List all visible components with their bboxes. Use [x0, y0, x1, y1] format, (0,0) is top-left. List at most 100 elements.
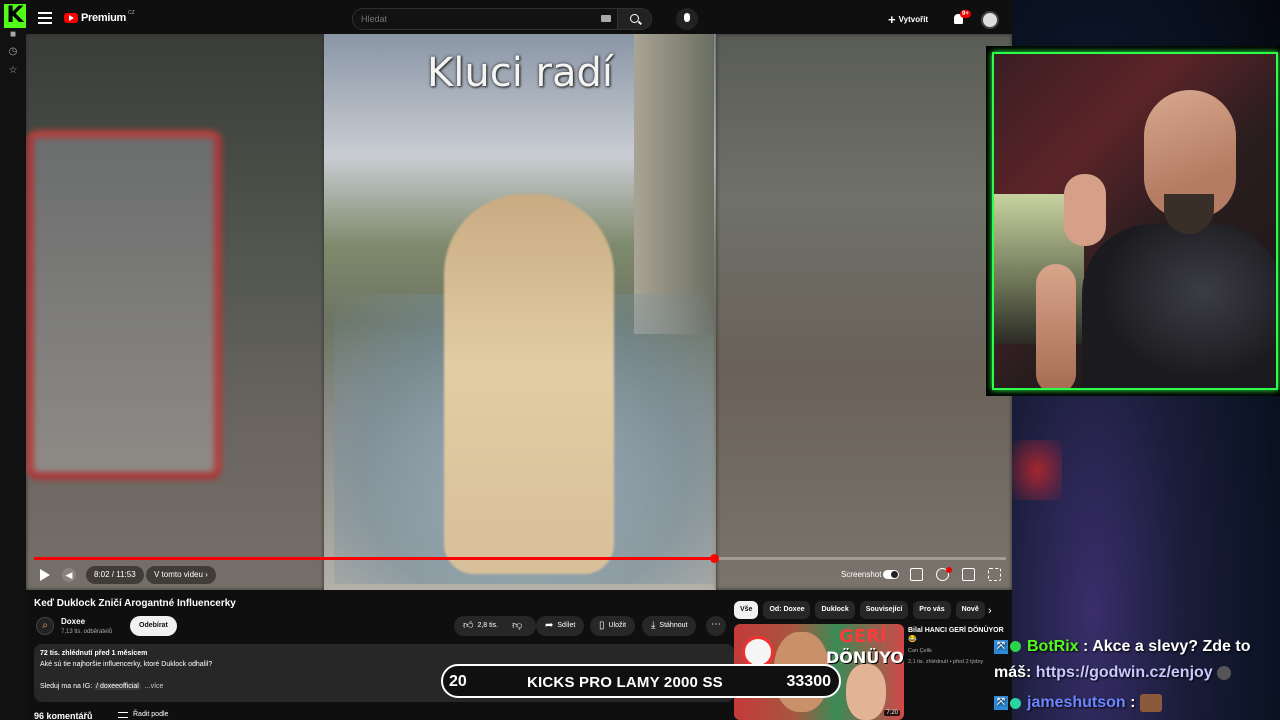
chip-all[interactable]: Vše — [734, 601, 759, 619]
create-label: Vytvořit — [898, 14, 929, 24]
avatar[interactable] — [981, 11, 999, 29]
chat-message: ⤧ BotRix : Akce a slevy? Zde to — [994, 638, 1250, 656]
webcam-overlay — [986, 46, 1280, 396]
kicks-count: 20 — [449, 673, 467, 690]
ig-handle-link[interactable]: / doxeeofficial — [94, 683, 141, 690]
recommended-meta: 2,1 tis. zhlédnutí • před 2 týdny — [908, 659, 984, 665]
channel-avatar[interactable]: ⌕ — [36, 617, 54, 635]
settings-badge — [946, 567, 952, 573]
download-button[interactable]: ⤓ Stáhnout — [642, 616, 697, 636]
chip-related[interactable]: Související — [859, 601, 909, 619]
create-button[interactable]: + Vytvořit — [888, 11, 928, 27]
kick-sidebar: K ■ ◷ ☆ — [0, 0, 26, 720]
chat-text: máš: — [994, 664, 1036, 681]
verified-icon — [1010, 641, 1021, 653]
chip-new[interactable]: Nově — [955, 601, 985, 619]
volume-icon[interactable]: ◀ — [62, 568, 76, 582]
screenshot-toggle[interactable] — [883, 570, 899, 579]
chip-from-channel[interactable]: Od: Doxee — [763, 601, 811, 619]
filter-chips: Vše Od: Doxee Duklock Související Pro vá… — [734, 601, 996, 619]
player-controls: ◀ 8:02 / 11:53 V tomto videu › Screensho… — [26, 564, 1012, 588]
yt-header: Premium CZ + Vytvořit 9+ — [26, 4, 1012, 34]
keyboard-icon[interactable] — [601, 15, 611, 22]
video-center-frame — [324, 34, 716, 590]
notification-badge: 9+ — [960, 10, 971, 18]
more-actions-button[interactable]: ⋯ — [706, 616, 726, 636]
chip-duklock[interactable]: Duklock — [815, 601, 855, 619]
badge-icon — [1010, 697, 1021, 709]
show-more-link[interactable]: ...více — [145, 683, 164, 690]
sort-comments-button[interactable]: Řadit podle — [118, 711, 168, 718]
share-button[interactable]: ➦ Sdílet — [536, 616, 585, 636]
chat-text: : Akce a slevy? Zde to — [1078, 638, 1251, 655]
webcam-person-body — [1082, 224, 1276, 388]
thumbs-down-icon[interactable]: 👎︎ — [512, 616, 522, 636]
progress-fill — [34, 557, 714, 560]
ig-prefix: Sleduj ma na IG: — [40, 683, 95, 690]
video-left-frame — [26, 130, 222, 480]
bookmark-icon: ▯ — [599, 620, 605, 631]
youtube-window: Premium CZ + Vytvořit 9+ — [26, 0, 1012, 720]
kicks-goal-label: KICKS PRO LAMY 2000 SS — [527, 674, 723, 691]
logo-text: Premium — [81, 12, 126, 24]
kicks-goal-bar: 20 KICKS PRO LAMY 2000 SS 33300 — [441, 664, 841, 698]
youtube-logo[interactable]: Premium CZ — [64, 10, 135, 24]
recommended-title[interactable]: Bilal HANCI GERİ DÖNÜYOR 😂 — [908, 626, 1008, 644]
star-icon[interactable]: ☆ — [7, 65, 19, 77]
thumbnail-text: DÖNÜYOR — [826, 648, 904, 667]
stream-screen: K ■ ◷ ☆ Premium CZ + Vytvo — [0, 0, 1280, 720]
thumbs-up-icon[interactable]: 👍︎ — [463, 616, 473, 636]
kicks-goal-value: 33300 — [786, 673, 832, 690]
description-text: Aké sú tie najhoršie influencerky, ktoré… — [40, 661, 213, 668]
thumbnail-face — [846, 664, 886, 720]
fullscreen-icon[interactable] — [988, 568, 1001, 581]
save-button[interactable]: ▯ Uložit — [590, 616, 636, 636]
search-box — [352, 8, 618, 30]
bot-badge-icon: ⤧ — [994, 639, 1008, 654]
menu-icon[interactable] — [38, 12, 52, 24]
clock-icon[interactable]: ◷ — [7, 46, 19, 58]
search-button[interactable] — [618, 8, 652, 30]
progress-scrubber[interactable] — [710, 554, 719, 563]
chevron-right-icon[interactable]: › — [988, 605, 992, 617]
subscribe-button[interactable]: Odebírat — [130, 616, 177, 636]
stream-light — [1012, 440, 1062, 500]
screenshot-label: Screenshot — [841, 570, 882, 579]
home-icon[interactable]: ■ — [7, 29, 19, 41]
youtube-play-icon — [64, 13, 78, 23]
like-dislike-group: 👍︎ 2,8 tis. 👎︎ — [454, 616, 536, 636]
download-icon: ⤓ — [651, 620, 656, 631]
like-count[interactable]: 2,8 tis. — [477, 616, 498, 636]
video-title: Keď Duklock Zničí Arogantné Influencerky — [34, 598, 236, 609]
channel-name[interactable]: Doxee — [61, 617, 85, 626]
subtitles-icon[interactable] — [910, 568, 923, 581]
search-icon — [630, 14, 639, 23]
logo-region: CZ — [127, 10, 135, 16]
chat-text: : — [1125, 694, 1136, 712]
recommended-channel[interactable]: Can Çelik — [908, 648, 932, 654]
chat-username[interactable]: BotRix — [1027, 638, 1079, 655]
webcam-person-hand — [1064, 174, 1106, 246]
mic-icon — [684, 13, 690, 22]
comments-count: 96 komentářů — [34, 711, 93, 720]
save-label: Uložit — [608, 622, 627, 629]
theater-mode-icon[interactable] — [962, 568, 975, 581]
video-duration: 7:20 — [884, 710, 900, 716]
kick-logo[interactable]: K — [4, 4, 26, 28]
search-input[interactable] — [361, 9, 591, 29]
badge-icon: ⤧ — [994, 696, 1008, 710]
voice-search-button[interactable] — [676, 8, 698, 30]
chapter-button[interactable]: V tomto videu › — [146, 566, 216, 584]
webcam-feed — [992, 52, 1278, 390]
video-player[interactable]: Kluci radí ◀ 8:02 / 11:53 V tomto videu … — [26, 34, 1012, 590]
chat-username[interactable]: jameshutson — [1027, 694, 1126, 711]
chip-for-you[interactable]: Pro vás — [913, 601, 951, 619]
video-right-blur — [716, 34, 1012, 590]
plus-icon: + — [888, 11, 896, 27]
video-person — [444, 194, 614, 574]
channel-subscribers: 7,13 tis. odběratelů — [61, 629, 113, 635]
play-icon[interactable] — [38, 568, 50, 582]
chat-link[interactable]: https://godwin.cz/enjoy — [1036, 664, 1213, 681]
video-caption: Kluci radí — [427, 50, 613, 96]
download-label: Stáhnout — [659, 622, 688, 629]
